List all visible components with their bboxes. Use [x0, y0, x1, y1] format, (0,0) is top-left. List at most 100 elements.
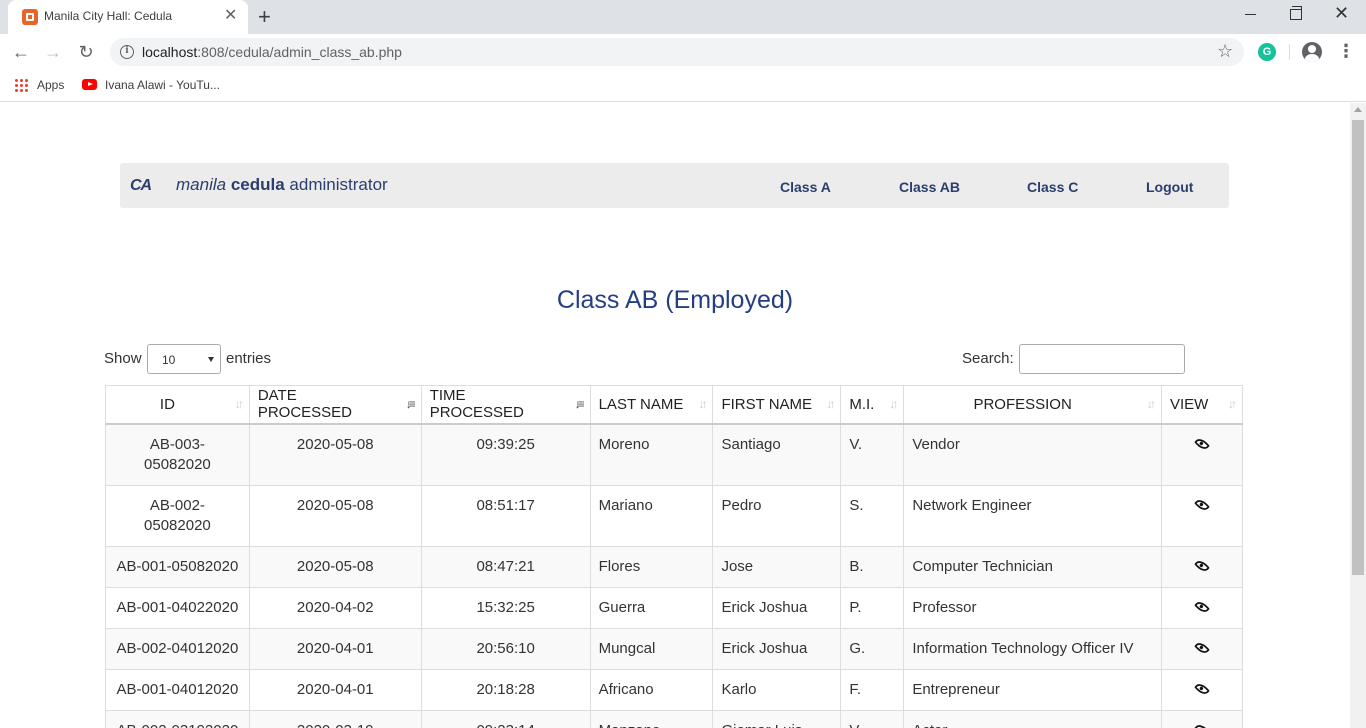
scrollbar-thumb[interactable] [1352, 120, 1364, 575]
cell-view [1160, 627, 1244, 670]
brand-title[interactable]: manila cedula administrator [176, 175, 388, 195]
eye-icon[interactable] [1194, 680, 1210, 697]
cell-mi: G. [840, 627, 905, 670]
tab-close-icon[interactable]: ✕ [224, 7, 237, 25]
table-row: AB-001-05082020 2020-05-08 08:47:21 Flores J… [105, 545, 1244, 588]
column-header-first-name[interactable]: FIRST NAME ↓↑ [712, 385, 842, 425]
cell-time-processed: 09:23:14 [420, 709, 591, 728]
nav-link-logout[interactable]: Logout [1146, 179, 1193, 195]
table-row: AB-001-04022020 2020-04-02 15:32:25 Guerra E… [105, 586, 1244, 629]
cell-id: AB-003- 05082020 [105, 423, 250, 486]
address-bar[interactable]: i localhost:808/cedula/admin_class_ab.ph… [110, 38, 1244, 66]
back-arrow-icon[interactable]: ← [10, 41, 32, 63]
tab-title: Manila City Hall: Cedula [44, 9, 173, 23]
column-header-view[interactable]: VIEW ↓↑ [1160, 385, 1244, 425]
nav-link-class-c[interactable]: Class C [1027, 179, 1078, 195]
column-label: DATE PROCESSED [257, 387, 353, 422]
cell-first-name: Jose [712, 545, 842, 588]
cell-last-name: Mungcal [589, 627, 714, 670]
bookmark-apps[interactable]: Apps [37, 78, 64, 92]
cell-profession: Computer Technician [903, 545, 1162, 588]
cell-mi: V. [840, 423, 905, 486]
cell-profession: Entrepreneur [903, 668, 1162, 711]
chevron-down-icon [208, 357, 214, 362]
more-menu-icon[interactable]: ⋮ [1337, 41, 1355, 61]
forward-arrow-icon[interactable]: → [42, 41, 64, 63]
url-host: localhost [142, 44, 198, 60]
youtube-icon[interactable] [82, 79, 97, 90]
xampp-favicon-icon [22, 9, 38, 25]
cell-time-processed: 09:39:25 [420, 423, 591, 486]
cell-first-name: Pedro [712, 484, 842, 547]
column-header-mi[interactable]: M.I. ↓↑ [840, 385, 905, 425]
class-ab-table: ID ↓↑ DATE PROCESSED ↓≡ TIME PROCESSED ↓≡ L… [105, 385, 1244, 728]
sort-icon: ↓↑ [234, 397, 244, 411]
table-row: AB-002-031920202020-03-1909:23:14Manzano… [105, 709, 1244, 728]
sort-icon: ↓↑ [1228, 397, 1237, 411]
page-size-select[interactable]: 10 [147, 344, 221, 374]
url-text[interactable]: localhost:808/cedula/admin_class_ab.php [142, 44, 402, 60]
sort-icon: ↓↑ [698, 397, 707, 411]
column-header-profession[interactable]: PROFESSION ↓↑ [903, 385, 1162, 425]
cell-date-processed: 2020-03-19 [248, 709, 422, 728]
cell-mi: F. [840, 668, 905, 711]
url-path: :808/cedula/admin_class_ab.php [197, 44, 402, 60]
new-tab-icon[interactable]: + [258, 4, 271, 30]
column-header-date-processed[interactable]: DATE PROCESSED ↓≡ [248, 385, 422, 425]
profile-avatar-icon[interactable] [1302, 42, 1322, 62]
cell-mi: S. [840, 484, 905, 547]
cell-mi: P. [840, 586, 905, 629]
column-header-last-name[interactable]: LAST NAME ↓↑ [589, 385, 714, 425]
cell-view [1160, 545, 1244, 588]
column-header-time-processed[interactable]: TIME PROCESSED ↓≡ [420, 385, 591, 425]
brand-rest: administrator [289, 175, 388, 194]
nav-link-class-a[interactable]: Class A [780, 179, 831, 195]
bookmark-youtube[interactable]: Ivana Alawi - YouTu... [105, 78, 220, 92]
table-row: AB-002-04012020 2020-04-01 20:56:10 Mungcal… [105, 627, 1244, 670]
sort-icon: ↓↑ [889, 397, 898, 411]
info-icon[interactable]: i [120, 45, 134, 59]
column-label: FIRST NAME [721, 395, 813, 413]
window-close-icon[interactable]: ✕ [1334, 3, 1349, 24]
cell-view [1160, 668, 1244, 711]
eye-icon[interactable] [1194, 598, 1210, 615]
cell-id: AB-001-04022020 [105, 586, 250, 629]
cell-first-name: Erick Joshua [712, 586, 842, 629]
cell-date-processed: 2020-04-01 [248, 627, 422, 670]
eye-icon[interactable] [1194, 557, 1210, 574]
grammarly-extension-icon[interactable]: G [1258, 43, 1276, 61]
minimize-icon[interactable] [1243, 6, 1259, 22]
cell-view [1160, 586, 1244, 629]
browser-toolbar: ← → ↻ i localhost:808/cedula/admin_class… [0, 34, 1366, 70]
eye-icon[interactable] [1194, 496, 1210, 513]
eye-icon[interactable] [1194, 639, 1210, 656]
nav-link-class-ab[interactable]: Class AB [899, 179, 960, 195]
cell-mi: V. [840, 709, 905, 728]
cell-profession: Vendor [903, 423, 1162, 486]
column-label: TIME PROCESSED [429, 387, 524, 422]
eye-icon[interactable] [1194, 721, 1210, 728]
brand-logo-icon[interactable]: CA [130, 177, 152, 195]
cell-first-name: Karlo [712, 668, 842, 711]
column-label: ID [159, 395, 175, 413]
column-label: VIEW [1169, 395, 1209, 413]
cell-view [1160, 709, 1244, 728]
column-header-id[interactable]: ID ↓↑ [105, 385, 250, 425]
cell-id: AB-001-04012020 [105, 668, 250, 711]
cell-view [1160, 423, 1244, 486]
cell-mi: B. [840, 545, 905, 588]
cell-first-name: Santiago [712, 423, 842, 486]
apps-grid-icon[interactable] [14, 78, 28, 92]
eye-icon[interactable] [1194, 435, 1210, 452]
page-scrollbar[interactable] [1350, 103, 1366, 728]
reload-icon[interactable]: ↻ [75, 41, 97, 63]
table-row: AB-001-04012020 2020-04-01 20:18:28 African… [105, 668, 1244, 711]
bookmark-star-icon[interactable]: ☆ [1217, 41, 1233, 62]
cell-last-name: Guerra [589, 586, 714, 629]
browser-tab[interactable]: Manila City Hall: Cedula ✕ [8, 0, 248, 34]
scroll-up-arrow-icon[interactable] [1354, 107, 1362, 112]
cell-time-processed: 08:51:17 [420, 484, 591, 547]
search-input[interactable] [1019, 344, 1185, 374]
restore-icon[interactable] [1290, 6, 1302, 20]
show-label: Show [104, 350, 142, 367]
